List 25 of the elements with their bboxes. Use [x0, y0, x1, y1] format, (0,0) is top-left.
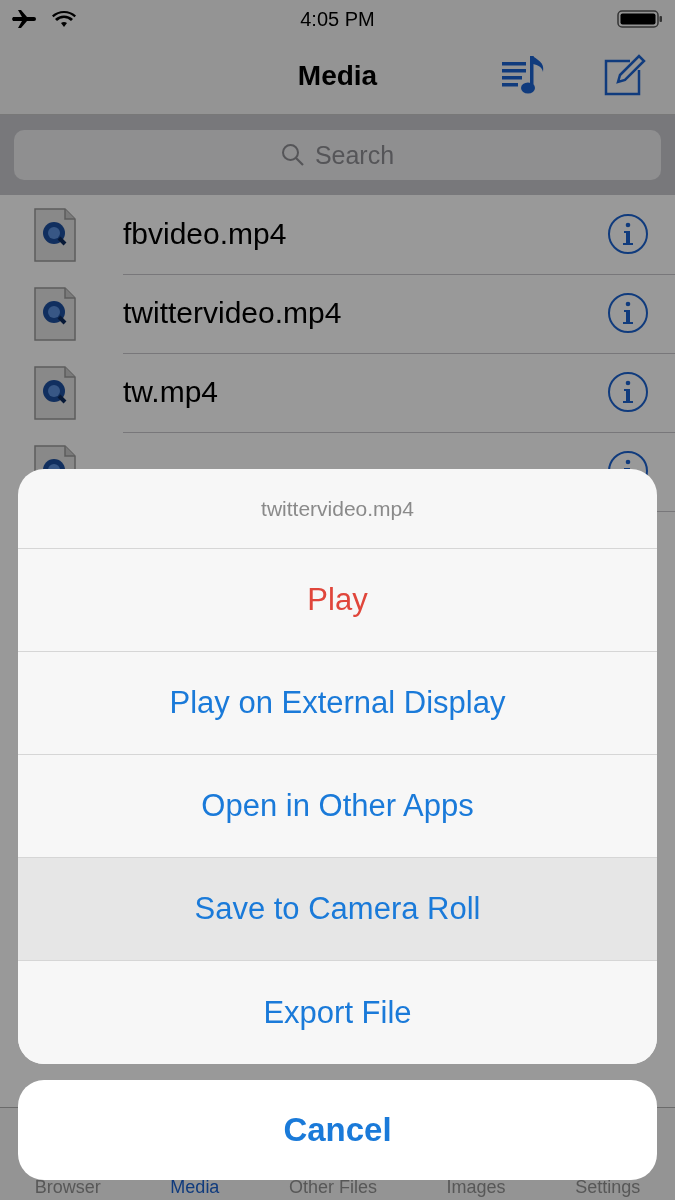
tab-label[interactable]: Images [446, 1177, 506, 1198]
file-name[interactable]: fbvideo.mp4 [123, 217, 287, 251]
action-button[interactable]: Save to Camera Roll [18, 858, 657, 961]
file-name[interactable]: twittervideo.mp4 [123, 296, 342, 330]
info-icon[interactable] [607, 371, 649, 413]
tab-label[interactable]: Media [170, 1177, 220, 1198]
tab-label[interactable]: Settings [575, 1177, 641, 1198]
tab-label[interactable]: Other Files [288, 1177, 377, 1198]
file-name[interactable]: tw.mp4 [123, 375, 219, 409]
info-icon[interactable] [607, 292, 649, 334]
tab-label[interactable]: Browser [34, 1177, 101, 1198]
search-icon [280, 143, 305, 167]
search-placeholder: Search [314, 140, 395, 170]
airplane-icon [12, 9, 38, 29]
video-file-icon [33, 364, 77, 421]
battery-icon [617, 9, 663, 29]
compose-icon[interactable] [604, 54, 646, 96]
video-file-icon [33, 206, 77, 263]
cancel-button[interactable]: Cancel [18, 1080, 657, 1180]
status-time: 4:05 PM [300, 7, 375, 31]
video-file-icon [33, 285, 77, 342]
search-field[interactable]: Search [14, 130, 661, 180]
wifi-icon [52, 10, 76, 28]
info-icon[interactable] [607, 213, 649, 255]
nav-title: Media [297, 60, 378, 92]
